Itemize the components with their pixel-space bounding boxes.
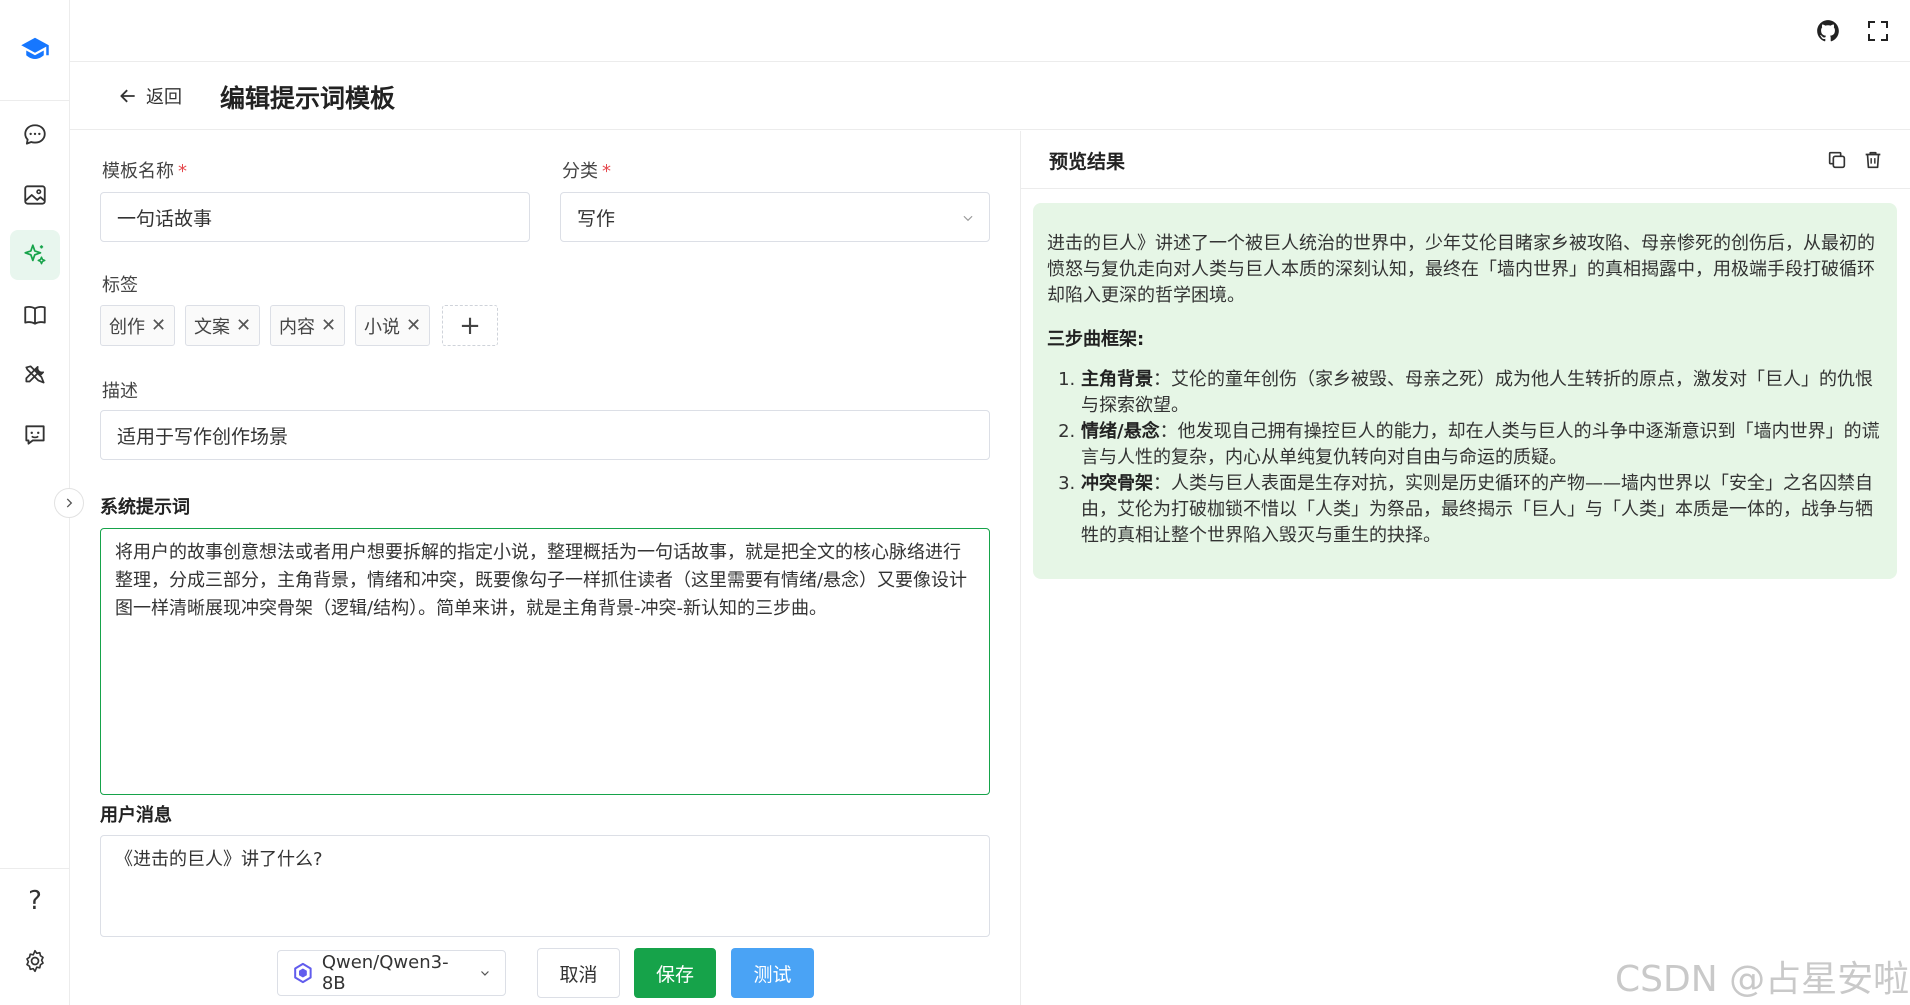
chevron-down-icon [481, 971, 489, 976]
tag-remove-icon[interactable]: ✕ [406, 315, 421, 336]
framework-heading: 三步曲框架: [1047, 327, 1883, 353]
github-icon[interactable] [1814, 17, 1842, 45]
category-select[interactable]: 写作 [560, 192, 990, 242]
back-button[interactable]: 返回 [118, 82, 182, 110]
gear-icon [26, 949, 44, 973]
tag-remove-icon[interactable]: ✕ [151, 315, 166, 336]
framework-colon: : [1137, 329, 1145, 350]
system-prompt-label: 系统提示词 [100, 497, 190, 518]
preview-result: 进击的巨人》讲述了一个被巨人统治的世界中，少年艾伦目睹家乡被攻陷、母亲惨死的创伤… [1033, 203, 1897, 579]
chevron-right-icon [66, 498, 73, 508]
sidebar-item-knowledge[interactable] [10, 290, 60, 340]
user-message-label: 用户消息 [100, 805, 172, 826]
model-name: Qwen/Qwen3-8B [321, 952, 449, 994]
category-label-text: 分类 [562, 161, 598, 182]
step-term: 主角背景 [1081, 369, 1153, 390]
sparkles-icon [24, 244, 46, 265]
sidebar-divider [0, 100, 69, 101]
back-label: 返回 [146, 87, 182, 108]
tag-item: 内容 ✕ [270, 305, 346, 346]
name-label: 模板名称 * [102, 157, 187, 183]
tag-item: 文案 ✕ [185, 305, 261, 346]
list-item: 主角背景：艾伦的童年创伤（家乡被毁、母亲之死）成为他人生转折的原点，激发对「巨人… [1081, 367, 1883, 419]
book-icon [24, 306, 46, 325]
sidebar-item-tools[interactable] [10, 350, 60, 400]
required-mark: * [178, 161, 187, 182]
trash-icon[interactable] [1860, 147, 1886, 173]
model-select[interactable]: Qwen/Qwen3-8B [277, 950, 506, 996]
tag-remove-icon[interactable]: ✕ [321, 315, 336, 336]
category-label: 分类 * [562, 157, 611, 183]
tag-label: 小说 [364, 316, 400, 338]
step-text: ：人类与巨人表面是生存对抗，实则是历史循环的产物——墙内世界以「安全」之名囚禁自… [1081, 473, 1873, 546]
preview-header: 预览结果 [1021, 131, 1910, 189]
qwen-logo-icon [294, 962, 312, 984]
framework-steps: 主角背景：艾伦的童年创伤（家乡被毁、母亲之死）成为他人生转折的原点，激发对「巨人… [1081, 367, 1883, 549]
page-header: 返回 编辑提示词模板 [70, 62, 1910, 130]
tag-label: 文案 [194, 316, 230, 338]
sidebar-item-prompt[interactable] [10, 230, 60, 280]
app-logo-icon[interactable] [16, 30, 54, 68]
expand-sidebar-button[interactable] [54, 488, 84, 518]
copy-icon[interactable] [1824, 147, 1850, 173]
fullscreen-icon[interactable] [1864, 17, 1892, 45]
sidebar-item-settings[interactable] [10, 936, 60, 986]
description-label: 描述 [102, 381, 138, 402]
page-title: 编辑提示词模板 [220, 84, 396, 113]
add-tag-button[interactable]: + [442, 305, 498, 346]
help-icon[interactable]: ? [10, 876, 60, 926]
panel-divider [1020, 131, 1021, 1005]
step-term: 冲突骨架 [1081, 473, 1153, 494]
save-button[interactable]: 保存 [634, 948, 716, 998]
sidebar-item-assistant[interactable] [10, 410, 60, 460]
name-label-text: 模板名称 [102, 161, 174, 182]
tags-label: 标签 [102, 275, 138, 296]
tag-item: 创作 ✕ [100, 305, 176, 346]
template-name-input[interactable]: 一句话故事 [100, 192, 530, 242]
tag-label: 创作 [109, 316, 145, 338]
required-mark: * [602, 161, 611, 182]
description-input[interactable]: 适用于写作创作场景 [100, 410, 990, 460]
chevron-down-icon [963, 215, 973, 222]
step-text: ：艾伦的童年创伤（家乡被毁、母亲之死）成为他人生转折的原点，激发对「巨人」的仇恨… [1081, 369, 1873, 416]
chat-bubble-icon [24, 124, 46, 145]
bot-face-icon [25, 425, 45, 445]
sidebar-item-chat[interactable] [10, 110, 60, 160]
top-bar [70, 0, 1910, 62]
framework-heading-text: 三步曲框架 [1047, 329, 1137, 350]
test-button[interactable]: 测试 [731, 948, 814, 998]
tag-remove-icon[interactable]: ✕ [236, 315, 251, 336]
preview-title: 预览结果 [1049, 151, 1126, 173]
step-text: ：他发现自己拥有操控巨人的能力，却在人类与巨人的斗争中逐渐意识到「墙内世界」的谎… [1081, 421, 1880, 468]
sidebar-item-image[interactable] [10, 170, 60, 220]
image-icon [24, 185, 46, 205]
category-value: 写作 [577, 207, 616, 230]
list-item: 情绪/悬念：他发现自己拥有操控巨人的能力，却在人类与巨人的斗争中逐渐意识到「墙内… [1081, 419, 1883, 471]
cancel-button[interactable]: 取消 [537, 948, 620, 998]
step-term: 情绪/悬念 [1081, 421, 1160, 442]
system-prompt-textarea[interactable]: 将用户的故事创意想法或者用户想要拆解的指定小说，整理概括为一句话故事，就是把全文… [100, 528, 990, 795]
arrow-left-icon [120, 89, 135, 103]
list-item: 冲突骨架：人类与巨人表面是生存对抗，实则是历史循环的产物——墙内世界以「安全」之… [1081, 471, 1883, 549]
sidebar-divider [0, 868, 69, 869]
tag-item: 小说 ✕ [355, 305, 431, 346]
watermark: CSDN @占星安啦 [1615, 959, 1910, 1000]
user-message-textarea[interactable]: 《进击的巨人》讲了什么? [100, 835, 990, 937]
preview-intro: 进击的巨人》讲述了一个被巨人统治的世界中，少年艾伦目睹家乡被攻陷、母亲惨死的创伤… [1047, 233, 1875, 306]
tools-icon [25, 365, 45, 384]
template-form: 模板名称 * 一句话故事 分类 * 写作 标签 创作 ✕ 文案 ✕ 内容 ✕ 小说 ✕ + … [70, 131, 1020, 1005]
tag-label: 内容 [279, 316, 315, 338]
